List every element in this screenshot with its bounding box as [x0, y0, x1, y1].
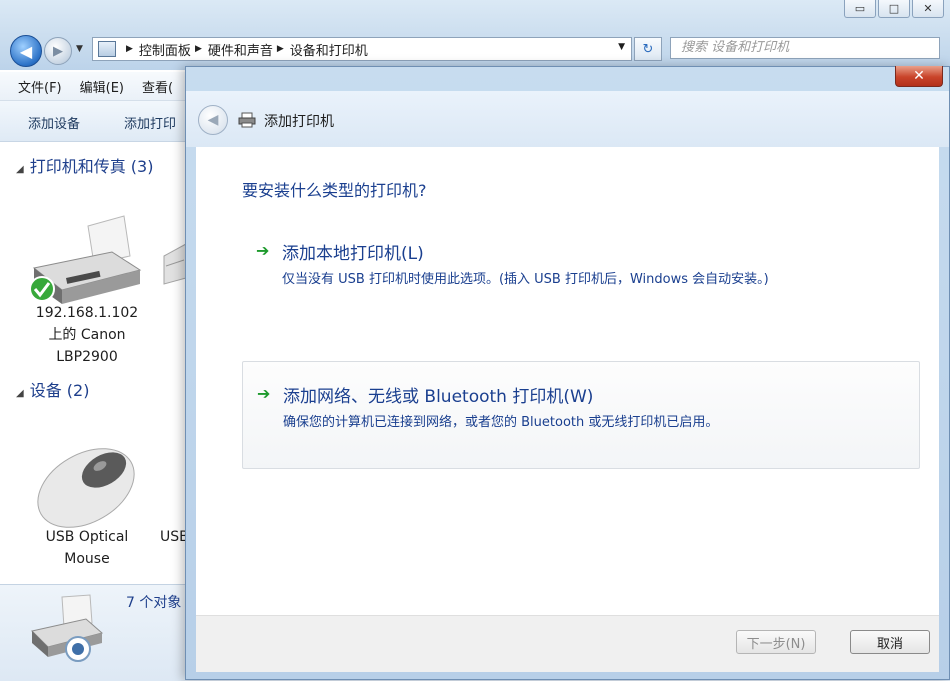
collapse-triangle-icon[interactable]: ◢	[16, 388, 24, 399]
explorer-title-frame: ▭ □ ✕ ◀ ▶ ▼ ▶ 控制面板 ▶ 硬件和声音 ▶ 设备和打印机 ▼ ↻ …	[0, 0, 950, 70]
wizard-back-arrow-icon[interactable]: ◀	[198, 105, 228, 135]
option-description: 确保您的计算机已连接到网络，或者您的 Bluetooth 或无线打印机已启用。	[283, 415, 719, 430]
group-header-devices[interactable]: ◢ 设备 (2)	[16, 377, 89, 401]
mouse-device-label[interactable]: USB Optical Mouse	[34, 526, 140, 570]
add-printer-dialog: ✕ ◀ 添加打印机 要安装什么类型的打印机? ➔ 添加本地打印机(L) 仅当没有…	[185, 66, 950, 680]
minimize-icon[interactable]: ▭	[844, 0, 876, 18]
printer-device-label[interactable]: 192.168.1.102 上的 Canon LBP2900	[26, 302, 148, 368]
add-local-printer-option[interactable]: ➔ 添加本地打印机(L) 仅当没有 USB 打印机时使用此选项。(插入 USB …	[242, 219, 920, 309]
option-title: 添加本地打印机(L)	[282, 244, 424, 264]
object-count-text: 7 个对象	[126, 595, 182, 611]
group-header-printers[interactable]: ◢ 打印机和传真 (3)	[16, 153, 153, 177]
mouse-device-icon[interactable]	[28, 436, 140, 528]
printer-type-question: 要安装什么类型的打印机?	[242, 181, 427, 200]
close-icon[interactable]: ✕	[895, 66, 943, 87]
dialog-footer: 下一步(N) 取消	[196, 615, 939, 672]
breadcrumb-chevron-icon[interactable]: ▶	[277, 44, 284, 54]
next-button[interactable]: 下一步(N)	[736, 630, 816, 654]
breadcrumb-chevron-icon[interactable]: ▶	[195, 44, 202, 54]
address-dropdown-icon[interactable]: ▼	[618, 42, 625, 52]
option-title: 添加网络、无线或 Bluetooth 打印机(W)	[283, 387, 594, 407]
history-dropdown-icon[interactable]: ▼	[76, 44, 83, 54]
collapse-triangle-icon[interactable]: ◢	[16, 164, 24, 175]
window-controls: ▭ □ ✕	[844, 0, 944, 18]
search-input[interactable]: 搜索 设备和打印机	[670, 37, 940, 59]
breadcrumb-item[interactable]: 设备和打印机	[290, 40, 368, 59]
refresh-icon[interactable]: ↻	[634, 37, 662, 61]
add-device-button[interactable]: 添加设备	[28, 113, 80, 132]
menu-file[interactable]: 文件(F)	[18, 77, 62, 96]
printer-icon	[238, 112, 256, 128]
cancel-button[interactable]: 取消	[850, 630, 930, 654]
green-arrow-icon: ➔	[256, 241, 270, 260]
back-arrow-icon[interactable]: ◀	[10, 35, 42, 67]
address-bar[interactable]: ▶ 控制面板 ▶ 硬件和声音 ▶ 设备和打印机 ▼	[92, 37, 632, 61]
maximize-icon[interactable]: □	[878, 0, 910, 18]
dialog-header: ◀ 添加打印机	[186, 91, 949, 147]
breadcrumb-item[interactable]: 控制面板	[139, 40, 191, 59]
menu-view[interactable]: 查看(	[142, 77, 173, 96]
printer-device-icon[interactable]	[26, 212, 146, 304]
breadcrumb-item[interactable]: 硬件和声音	[208, 40, 273, 59]
printer-details-icon	[31, 594, 104, 662]
dialog-title: 添加打印机	[264, 114, 334, 130]
dialog-body: 要安装什么类型的打印机? ➔ 添加本地打印机(L) 仅当没有 USB 打印机时使…	[196, 147, 939, 615]
forward-arrow-icon[interactable]: ▶	[44, 37, 72, 65]
fax-device-icon[interactable]	[160, 236, 186, 286]
breadcrumb-chevron-icon[interactable]: ▶	[126, 44, 133, 54]
menu-edit[interactable]: 编辑(E)	[80, 77, 124, 96]
option-description: 仅当没有 USB 打印机时使用此选项。(插入 USB 打印机后，Windows …	[282, 272, 769, 287]
control-panel-icon	[98, 41, 116, 57]
close-window-icon[interactable]: ✕	[912, 0, 944, 18]
add-network-printer-option[interactable]: ➔ 添加网络、无线或 Bluetooth 打印机(W) 确保您的计算机已连接到网…	[242, 361, 920, 469]
add-printer-button[interactable]: 添加打印	[124, 113, 176, 132]
green-arrow-icon: ➔	[257, 384, 271, 403]
